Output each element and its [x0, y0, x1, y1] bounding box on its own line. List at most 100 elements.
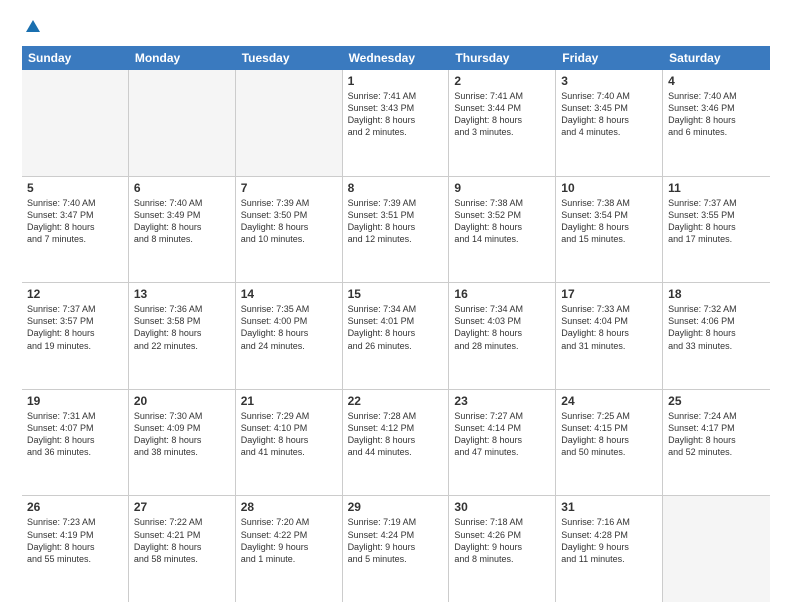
- cell-info: Sunrise: 7:38 AMSunset: 3:52 PMDaylight:…: [454, 197, 550, 246]
- cell-info: Sunrise: 7:38 AMSunset: 3:54 PMDaylight:…: [561, 197, 657, 246]
- day-cell-1: 1 Sunrise: 7:41 AMSunset: 3:43 PMDaylight…: [343, 70, 450, 176]
- day-number: 14: [241, 287, 337, 301]
- header-day-wednesday: Wednesday: [343, 46, 450, 70]
- day-cell-26: 26 Sunrise: 7:23 AMSunset: 4:19 PMDayligh…: [22, 496, 129, 602]
- cell-info: Sunrise: 7:33 AMSunset: 4:04 PMDaylight:…: [561, 303, 657, 352]
- day-cell-2: 2Sunrise: 7:41 AMSunset: 3:44 PMDaylight…: [449, 70, 556, 176]
- day-cell-9: 9 Sunrise: 7:38 AMSunset: 3:52 PMDaylight…: [449, 177, 556, 283]
- day-cell-22: 22 Sunrise: 7:28 AMSunset: 4:12 PMDayligh…: [343, 390, 450, 496]
- cell-info: Sunrise: 7:18 AMSunset: 4:26 PMDaylight:…: [454, 516, 550, 565]
- day-number: 21: [241, 394, 337, 408]
- day-number: 22: [348, 394, 444, 408]
- cell-info: Sunrise: 7:24 AMSunset: 4:17 PMDaylight:…: [668, 410, 765, 459]
- logo: [22, 18, 42, 36]
- cell-info: Sunrise: 7:30 AMSunset: 4:09 PMDaylight:…: [134, 410, 230, 459]
- day-number: 13: [134, 287, 230, 301]
- day-cell-27: 27Sunrise: 7:22 AMSunset: 4:21 PMDayligh…: [129, 496, 236, 602]
- page: SundayMondayTuesdayWednesdayThursdayFrid…: [0, 0, 792, 612]
- header-day-tuesday: Tuesday: [236, 46, 343, 70]
- day-number: 15: [348, 287, 444, 301]
- cell-info: Sunrise: 7:37 AMSunset: 3:57 PMDaylight:…: [27, 303, 123, 352]
- calendar-row-3: 12 Sunrise: 7:37 AMSunset: 3:57 PMDayligh…: [22, 283, 770, 390]
- day-number: 9: [454, 181, 550, 195]
- day-cell-14: 14 Sunrise: 7:35 AMSunset: 4:00 PMDayligh…: [236, 283, 343, 389]
- cell-info: Sunrise: 7:31 AMSunset: 4:07 PMDaylight:…: [27, 410, 123, 459]
- cell-info: Sunrise: 7:32 AMSunset: 4:06 PMDaylight:…: [668, 303, 765, 352]
- cell-info: Sunrise: 7:22 AMSunset: 4:21 PMDaylight:…: [134, 516, 230, 565]
- day-number: 12: [27, 287, 123, 301]
- calendar-row-1: 1 Sunrise: 7:41 AMSunset: 3:43 PMDaylight…: [22, 70, 770, 177]
- cell-info: Sunrise: 7:40 AMSunset: 3:45 PMDaylight:…: [561, 90, 657, 139]
- logo-icon: [24, 18, 42, 36]
- header-day-monday: Monday: [129, 46, 236, 70]
- cell-info: Sunrise: 7:39 AMSunset: 3:51 PMDaylight:…: [348, 197, 444, 246]
- day-cell-19: 19 Sunrise: 7:31 AMSunset: 4:07 PMDayligh…: [22, 390, 129, 496]
- day-number: 2: [454, 74, 550, 88]
- day-cell-11: 11 Sunrise: 7:37 AMSunset: 3:55 PMDayligh…: [663, 177, 770, 283]
- day-number: 11: [668, 181, 765, 195]
- cell-info: Sunrise: 7:19 AMSunset: 4:24 PMDaylight:…: [348, 516, 444, 565]
- day-number: 23: [454, 394, 550, 408]
- day-number: 7: [241, 181, 337, 195]
- day-number: 10: [561, 181, 657, 195]
- day-number: 3: [561, 74, 657, 88]
- calendar: SundayMondayTuesdayWednesdayThursdayFrid…: [22, 46, 770, 602]
- calendar-row-5: 26 Sunrise: 7:23 AMSunset: 4:19 PMDayligh…: [22, 496, 770, 602]
- cell-info: Sunrise: 7:25 AMSunset: 4:15 PMDaylight:…: [561, 410, 657, 459]
- header-day-thursday: Thursday: [449, 46, 556, 70]
- day-number: 30: [454, 500, 550, 514]
- empty-cell-0-0: [22, 70, 129, 176]
- cell-info: Sunrise: 7:28 AMSunset: 4:12 PMDaylight:…: [348, 410, 444, 459]
- cell-info: Sunrise: 7:35 AMSunset: 4:00 PMDaylight:…: [241, 303, 337, 352]
- empty-cell-0-2: [236, 70, 343, 176]
- cell-info: Sunrise: 7:16 AMSunset: 4:28 PMDaylight:…: [561, 516, 657, 565]
- cell-info: Sunrise: 7:23 AMSunset: 4:19 PMDaylight:…: [27, 516, 123, 565]
- day-cell-25: 25 Sunrise: 7:24 AMSunset: 4:17 PMDayligh…: [663, 390, 770, 496]
- header-day-sunday: Sunday: [22, 46, 129, 70]
- day-number: 5: [27, 181, 123, 195]
- day-cell-8: 8 Sunrise: 7:39 AMSunset: 3:51 PMDaylight…: [343, 177, 450, 283]
- cell-info: Sunrise: 7:41 AMSunset: 3:43 PMDaylight:…: [348, 90, 444, 139]
- day-cell-23: 23 Sunrise: 7:27 AMSunset: 4:14 PMDayligh…: [449, 390, 556, 496]
- day-cell-28: 28Sunrise: 7:20 AMSunset: 4:22 PMDayligh…: [236, 496, 343, 602]
- day-number: 8: [348, 181, 444, 195]
- day-number: 20: [134, 394, 230, 408]
- day-cell-12: 12 Sunrise: 7:37 AMSunset: 3:57 PMDayligh…: [22, 283, 129, 389]
- day-cell-15: 15 Sunrise: 7:34 AMSunset: 4:01 PMDayligh…: [343, 283, 450, 389]
- cell-info: Sunrise: 7:37 AMSunset: 3:55 PMDaylight:…: [668, 197, 765, 246]
- day-cell-29: 29 Sunrise: 7:19 AMSunset: 4:24 PMDayligh…: [343, 496, 450, 602]
- day-number: 16: [454, 287, 550, 301]
- empty-cell-0-1: [129, 70, 236, 176]
- day-number: 17: [561, 287, 657, 301]
- calendar-header: SundayMondayTuesdayWednesdayThursdayFrid…: [22, 46, 770, 70]
- day-cell-16: 16 Sunrise: 7:34 AMSunset: 4:03 PMDayligh…: [449, 283, 556, 389]
- day-cell-30: 30 Sunrise: 7:18 AMSunset: 4:26 PMDayligh…: [449, 496, 556, 602]
- day-number: 25: [668, 394, 765, 408]
- cell-info: Sunrise: 7:34 AMSunset: 4:01 PMDaylight:…: [348, 303, 444, 352]
- day-cell-17: 17 Sunrise: 7:33 AMSunset: 4:04 PMDayligh…: [556, 283, 663, 389]
- cell-info: Sunrise: 7:29 AMSunset: 4:10 PMDaylight:…: [241, 410, 337, 459]
- day-cell-21: 21 Sunrise: 7:29 AMSunset: 4:10 PMDayligh…: [236, 390, 343, 496]
- day-cell-3: 3 Sunrise: 7:40 AMSunset: 3:45 PMDaylight…: [556, 70, 663, 176]
- calendar-row-2: 5Sunrise: 7:40 AMSunset: 3:47 PMDaylight…: [22, 177, 770, 284]
- day-number: 1: [348, 74, 444, 88]
- day-number: 29: [348, 500, 444, 514]
- day-number: 28: [241, 500, 337, 514]
- header: [22, 18, 770, 36]
- day-cell-20: 20 Sunrise: 7:30 AMSunset: 4:09 PMDayligh…: [129, 390, 236, 496]
- empty-cell-4-6: [663, 496, 770, 602]
- calendar-row-4: 19 Sunrise: 7:31 AMSunset: 4:07 PMDayligh…: [22, 390, 770, 497]
- header-day-friday: Friday: [556, 46, 663, 70]
- day-cell-5: 5Sunrise: 7:40 AMSunset: 3:47 PMDaylight…: [22, 177, 129, 283]
- day-number: 19: [27, 394, 123, 408]
- day-number: 26: [27, 500, 123, 514]
- cell-info: Sunrise: 7:40 AMSunset: 3:46 PMDaylight:…: [668, 90, 765, 139]
- day-cell-6: 6Sunrise: 7:40 AMSunset: 3:49 PMDaylight…: [129, 177, 236, 283]
- day-number: 31: [561, 500, 657, 514]
- cell-info: Sunrise: 7:27 AMSunset: 4:14 PMDaylight:…: [454, 410, 550, 459]
- day-cell-10: 10 Sunrise: 7:38 AMSunset: 3:54 PMDayligh…: [556, 177, 663, 283]
- cell-info: Sunrise: 7:34 AMSunset: 4:03 PMDaylight:…: [454, 303, 550, 352]
- day-cell-4: 4 Sunrise: 7:40 AMSunset: 3:46 PMDaylight…: [663, 70, 770, 176]
- day-number: 4: [668, 74, 765, 88]
- cell-info: Sunrise: 7:40 AMSunset: 3:49 PMDaylight:…: [134, 197, 230, 246]
